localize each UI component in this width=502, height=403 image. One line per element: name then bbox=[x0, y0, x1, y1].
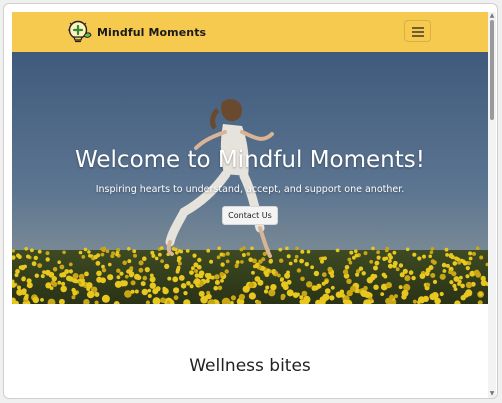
page-viewport: Mindful Moments Welcome to Mindful Momen… bbox=[12, 12, 488, 398]
hero-subtitle: Inspiring hearts to understand, accept, … bbox=[95, 184, 405, 195]
brand-name: Mindful Moments bbox=[97, 25, 207, 39]
wellness-bites-heading: Wellness bites bbox=[189, 356, 311, 376]
hero-title: Welcome to Mindful Moments! bbox=[75, 147, 425, 173]
hero-banner: Welcome to Mindful Moments! Inspiring he… bbox=[12, 52, 488, 304]
hero-background-image bbox=[12, 52, 488, 304]
top-navbar: Mindful Moments bbox=[12, 12, 488, 52]
scroll-down-arrow-icon[interactable]: ▼ bbox=[488, 390, 496, 398]
scroll-up-arrow-icon[interactable]: ▲ bbox=[488, 12, 496, 20]
lightbulb-leaf-icon bbox=[68, 20, 92, 43]
vertical-scrollbar[interactable]: ▲ ▼ bbox=[488, 12, 496, 398]
brand-link[interactable]: Mindful Moments bbox=[67, 19, 206, 45]
scrollbar-thumb[interactable] bbox=[490, 20, 494, 120]
hamburger-menu-button[interactable] bbox=[404, 20, 431, 42]
browser-frame: Mindful Moments Welcome to Mindful Momen… bbox=[3, 3, 498, 399]
contact-us-button[interactable]: Contact Us bbox=[222, 206, 278, 225]
